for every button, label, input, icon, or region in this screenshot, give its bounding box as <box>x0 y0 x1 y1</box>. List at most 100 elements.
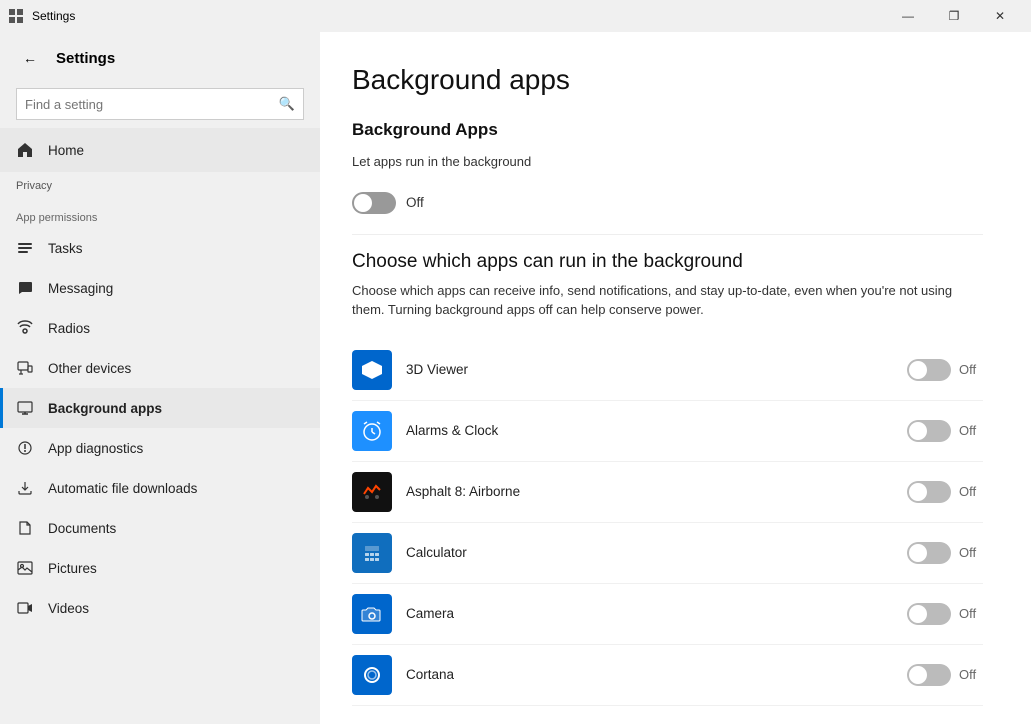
app-toggle-row-cortana: Off <box>907 664 983 686</box>
messaging-label: Messaging <box>48 281 113 296</box>
videos-icon <box>16 599 34 617</box>
app-diagnostics-label: App diagnostics <box>48 441 143 456</box>
app-toggle-camera[interactable] <box>907 603 951 625</box>
sidebar-item-home[interactable]: Home <box>0 128 320 172</box>
app-icon-camera <box>352 594 392 634</box>
messaging-icon <box>16 279 34 297</box>
app-name-camera: Camera <box>406 606 893 621</box>
toggle-knob <box>909 544 927 562</box>
sidebar-item-pictures[interactable]: Pictures <box>0 548 320 588</box>
toggle-knob <box>909 483 927 501</box>
app-container: ← Settings 🔍 Home Privacy App permission… <box>0 32 1031 724</box>
tasks-icon <box>16 239 34 257</box>
app-row-3d-viewer: 3D Viewer Off <box>352 340 983 401</box>
app-toggle-label-camera: Off <box>959 606 983 621</box>
videos-label: Videos <box>48 601 89 616</box>
app-toggle-row-asphalt: Off <box>907 481 983 503</box>
app-diagnostics-icon <box>16 439 34 457</box>
documents-icon <box>16 519 34 537</box>
app-icon-3d-viewer <box>352 350 392 390</box>
sidebar-item-app-diagnostics[interactable]: App diagnostics <box>0 428 320 468</box>
sidebar-item-documents[interactable]: Documents <box>0 508 320 548</box>
other-devices-icon <box>16 359 34 377</box>
app-icon-calculator <box>352 533 392 573</box>
privacy-header: Privacy <box>0 172 320 200</box>
app-name-alarms-clock: Alarms & Clock <box>406 423 893 438</box>
pictures-icon <box>16 559 34 577</box>
app-toggle-3d-viewer[interactable] <box>907 359 951 381</box>
main-content: Background apps Background Apps Let apps… <box>320 32 1031 724</box>
auto-file-downloads-label: Automatic file downloads <box>48 481 197 496</box>
minimize-button[interactable]: — <box>885 0 931 32</box>
main-toggle-label: Off <box>406 195 424 210</box>
app-icon-asphalt <box>352 472 392 512</box>
app-toggle-calculator[interactable] <box>907 542 951 564</box>
app-toggle-asphalt[interactable] <box>907 481 951 503</box>
background-apps-section-title: Background Apps <box>352 120 983 140</box>
sidebar-item-automatic-file-downloads[interactable]: Automatic file downloads <box>0 468 320 508</box>
divider-1 <box>352 234 983 235</box>
main-toggle-row: Off <box>352 192 983 214</box>
app-icon-cortana <box>352 655 392 695</box>
app-name-asphalt: Asphalt 8: Airborne <box>406 484 893 499</box>
toggle-knob <box>909 361 927 379</box>
app-icon <box>8 8 24 24</box>
pictures-label: Pictures <box>48 561 97 576</box>
app-row-alarms-clock: Alarms & Clock Off <box>352 401 983 462</box>
sidebar-item-tasks[interactable]: Tasks <box>0 228 320 268</box>
app-toggle-row-alarms-clock: Off <box>907 420 983 442</box>
sidebar-item-other-devices[interactable]: Other devices <box>0 348 320 388</box>
tasks-label: Tasks <box>48 241 83 256</box>
app-toggle-row-calculator: Off <box>907 542 983 564</box>
let-apps-description: Let apps run in the background <box>352 152 983 172</box>
choose-description: Choose which apps can receive info, send… <box>352 281 983 320</box>
app-row-cortana: Cortana Off <box>352 645 983 706</box>
app-toggle-row-3d-viewer: Off <box>907 359 983 381</box>
search-input[interactable] <box>25 97 279 112</box>
sidebar-item-videos[interactable]: Videos <box>0 588 320 628</box>
home-label: Home <box>48 143 84 158</box>
title-bar: Settings — ❐ ✕ <box>0 0 1031 32</box>
maximize-button[interactable]: ❐ <box>931 0 977 32</box>
sidebar-item-radios[interactable]: Radios <box>0 308 320 348</box>
background-apps-label: Background apps <box>48 401 162 416</box>
sidebar-app-title: Settings <box>56 50 115 67</box>
app-row-camera: Camera Off <box>352 584 983 645</box>
page-title: Background apps <box>352 64 983 96</box>
app-name-3d-viewer: 3D Viewer <box>406 362 893 377</box>
window-title: Settings <box>32 9 885 23</box>
app-name-cortana: Cortana <box>406 667 893 682</box>
main-background-toggle[interactable] <box>352 192 396 214</box>
app-icon-alarms-clock <box>352 411 392 451</box>
toggle-knob <box>909 666 927 684</box>
sidebar-item-background-apps[interactable]: Background apps <box>0 388 320 428</box>
background-apps-icon <box>16 399 34 417</box>
app-permissions-label: App permissions <box>0 200 320 228</box>
back-button[interactable]: ← <box>16 44 44 72</box>
sidebar-header: ← Settings <box>0 32 320 84</box>
app-toggle-label-asphalt: Off <box>959 484 983 499</box>
app-list: 3D Viewer Off <box>352 340 983 706</box>
app-toggle-label-calculator: Off <box>959 545 983 560</box>
sidebar: ← Settings 🔍 Home Privacy App permission… <box>0 32 320 724</box>
sidebar-item-messaging[interactable]: Messaging <box>0 268 320 308</box>
choose-section-title: Choose which apps can run in the backgro… <box>352 251 983 273</box>
search-box[interactable]: 🔍 <box>16 88 304 120</box>
app-row-asphalt: Asphalt 8: Airborne Off <box>352 462 983 523</box>
window-controls: — ❐ ✕ <box>885 0 1023 32</box>
other-devices-label: Other devices <box>48 361 131 376</box>
radios-label: Radios <box>48 321 90 336</box>
home-icon <box>16 141 34 159</box>
close-button[interactable]: ✕ <box>977 0 1023 32</box>
toggle-knob <box>909 605 927 623</box>
app-row-calculator: Calculator Off <box>352 523 983 584</box>
search-icon: 🔍 <box>279 96 295 112</box>
app-name-calculator: Calculator <box>406 545 893 560</box>
toggle-knob <box>909 422 927 440</box>
toggle-knob <box>354 194 372 212</box>
app-toggle-label-cortana: Off <box>959 667 983 682</box>
documents-label: Documents <box>48 521 116 536</box>
app-toggle-label-3d-viewer: Off <box>959 362 983 377</box>
app-toggle-cortana[interactable] <box>907 664 951 686</box>
app-toggle-alarms-clock[interactable] <box>907 420 951 442</box>
